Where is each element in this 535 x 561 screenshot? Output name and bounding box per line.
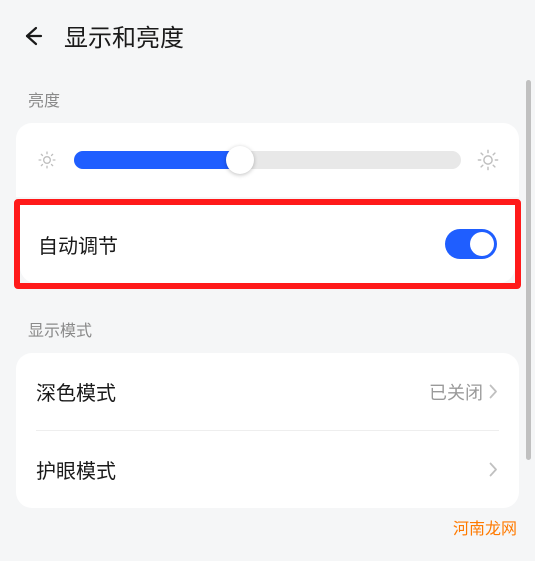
sun-small-icon <box>36 149 58 171</box>
auto-adjust-row[interactable]: 自动调节 <box>20 205 515 283</box>
back-icon[interactable] <box>20 23 46 49</box>
display-mode-card: 深色模式 已关闭 护眼模式 <box>16 353 519 508</box>
dark-mode-value: 已关闭 <box>429 379 483 405</box>
brightness-section-label: 亮度 <box>0 77 535 123</box>
eye-comfort-row[interactable]: 护眼模式 <box>16 431 519 508</box>
auto-adjust-toggle[interactable] <box>445 229 497 259</box>
watermark: 河南龙网 <box>453 515 517 539</box>
sun-large-icon <box>477 149 499 171</box>
scrollbar[interactable] <box>526 80 531 460</box>
display-mode-section-label: 显示模式 <box>0 307 535 353</box>
dark-mode-label: 深色模式 <box>36 377 116 406</box>
brightness-card <box>16 123 519 197</box>
page-title: 显示和亮度 <box>64 18 184 53</box>
chevron-right-icon <box>489 462 499 478</box>
brightness-slider-thumb[interactable] <box>226 146 254 174</box>
eye-comfort-label: 护眼模式 <box>36 455 116 484</box>
brightness-slider-fill <box>74 151 240 169</box>
auto-adjust-label: 自动调节 <box>38 230 118 259</box>
chevron-right-icon <box>489 384 499 400</box>
brightness-slider-row <box>16 123 519 197</box>
highlight-annotation: 自动调节 <box>14 199 521 289</box>
dark-mode-row[interactable]: 深色模式 已关闭 <box>16 353 519 430</box>
toggle-knob <box>470 232 494 256</box>
brightness-slider[interactable] <box>74 151 461 169</box>
